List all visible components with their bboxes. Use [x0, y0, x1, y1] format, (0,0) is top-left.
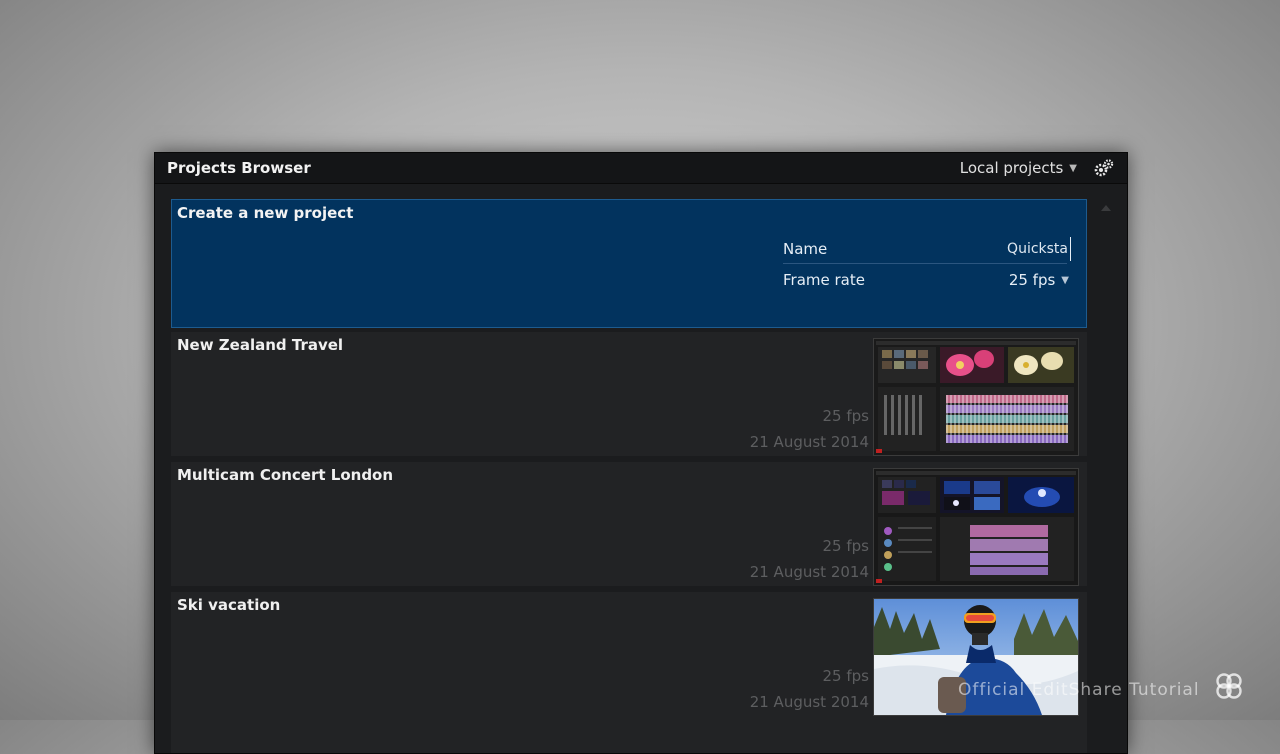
project-item-ski-vacation[interactable]: Ski vacation 25 fps 21 August 2014 — [171, 592, 1087, 753]
create-new-project-panel[interactable]: Create a new project Name Frame rate 25 … — [171, 199, 1087, 328]
title-bar: Projects Browser Local projects ▼ — [155, 153, 1127, 184]
project-name-input[interactable] — [980, 237, 1071, 261]
frame-rate-value: 25 fps — [1008, 271, 1056, 289]
chevron-down-icon: ▼ — [1061, 275, 1069, 286]
project-fps: 25 fps — [822, 407, 869, 425]
gear-icon[interactable] — [1093, 158, 1115, 178]
project-name: Ski vacation — [177, 596, 281, 614]
project-name: Multicam Concert London — [177, 466, 394, 484]
field-divider — [783, 263, 1067, 264]
project-date: 21 August 2014 — [749, 693, 869, 711]
frame-rate-dropdown[interactable]: 25 fps ▼ — [1009, 271, 1069, 289]
project-name: New Zealand Travel — [177, 336, 344, 354]
project-fps: 25 fps — [822, 537, 869, 555]
projects-browser-window: Projects Browser Local projects ▼ Create … — [154, 152, 1128, 754]
project-thumbnail — [873, 468, 1079, 586]
project-item-multicam-concert-london[interactable]: Multicam Concert London 25 fps 21 August… — [171, 462, 1087, 586]
project-date: 21 August 2014 — [749, 563, 869, 581]
watermark-text: Official EditShare Tutorial — [958, 680, 1200, 700]
editor-screenshot-thumbnail — [874, 339, 1078, 455]
window-title: Projects Browser — [167, 159, 311, 177]
chevron-down-icon: ▼ — [1069, 163, 1077, 174]
editor-screenshot-thumbnail — [874, 469, 1078, 585]
frame-rate-label: Frame rate — [783, 271, 865, 289]
new-project-heading: Create a new project — [177, 204, 354, 222]
local-projects-label: Local projects — [959, 159, 1064, 177]
scroll-up-arrow[interactable] — [1101, 205, 1111, 211]
project-item-new-zealand-travel[interactable]: New Zealand Travel 25 fps 21 August 2014 — [171, 332, 1087, 456]
editshare-logo-icon — [1216, 673, 1242, 699]
local-projects-dropdown[interactable]: Local projects ▼ — [960, 159, 1077, 177]
project-thumbnail — [873, 338, 1079, 456]
project-date: 21 August 2014 — [749, 433, 869, 451]
name-label: Name — [783, 240, 828, 258]
project-fps: 25 fps — [822, 667, 869, 685]
